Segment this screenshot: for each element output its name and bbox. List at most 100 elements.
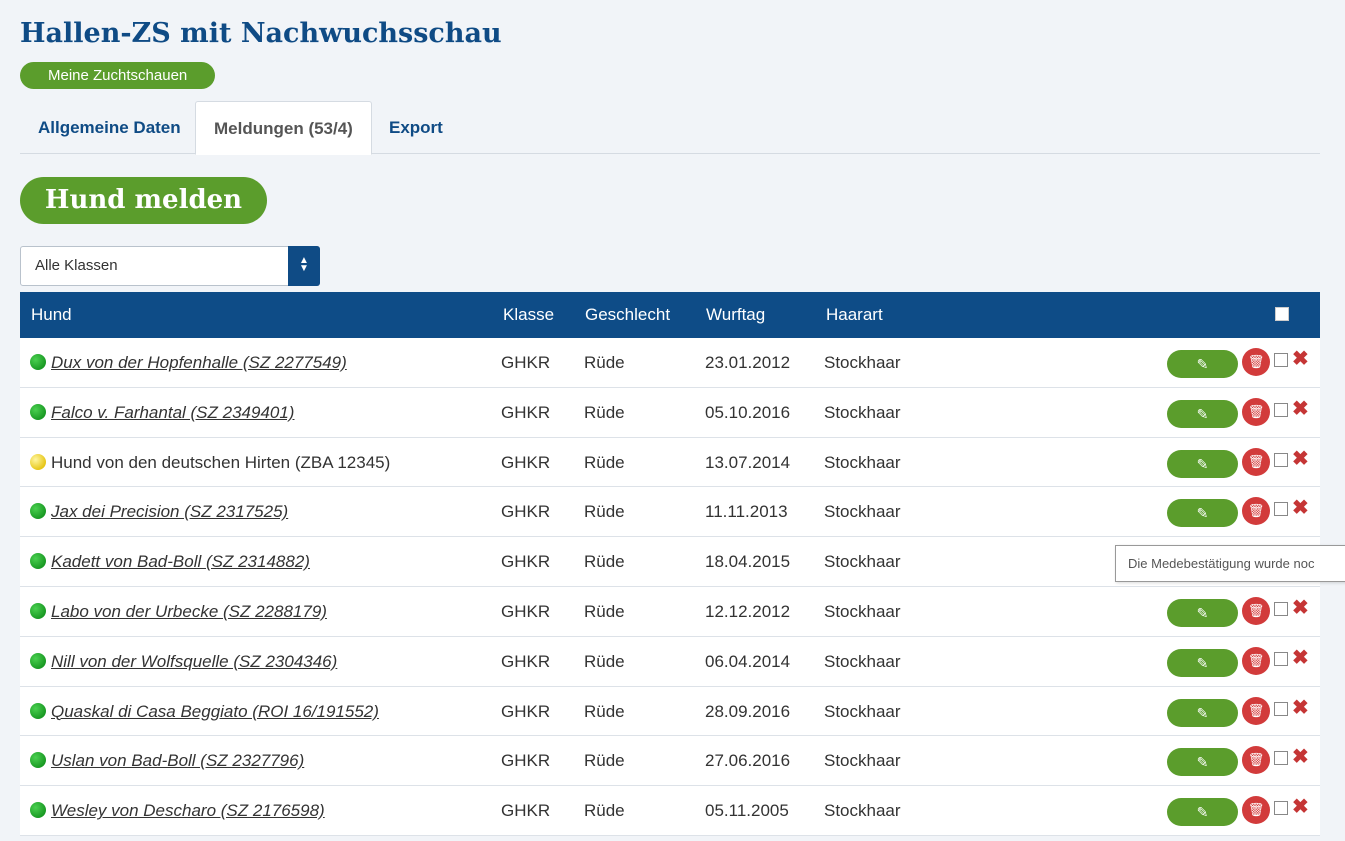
delete-button[interactable]: 🗑 [1242, 596, 1270, 625]
dog-birthdate: 13.07.2014 [705, 452, 791, 472]
row-checkbox[interactable] [1274, 601, 1288, 616]
status-dot-icon [30, 702, 46, 719]
x-icon[interactable]: ✖ [1292, 347, 1309, 371]
delete-button[interactable]: 🗑 [1242, 646, 1270, 675]
row-checkbox[interactable] [1274, 751, 1288, 766]
delete-button[interactable]: 🗑 [1242, 397, 1270, 426]
x-icon[interactable]: ✖ [1292, 596, 1309, 620]
table-row: Wesley von Descharo (SZ 2176598) GHKR Rü… [20, 786, 1320, 836]
dog-name-link[interactable]: Uslan von Bad-Boll (SZ 2327796) [51, 736, 304, 785]
table-row: Hund von den deutschen Hirten (ZBA 12345… [20, 437, 1320, 488]
row-actions: ✎ 🗑 ✖ [1167, 696, 1317, 727]
row-checkbox[interactable] [1274, 651, 1288, 666]
select-arrows-icon: ▲ ▼ [288, 246, 320, 286]
row-checkbox[interactable] [1274, 502, 1288, 517]
dog-coat: Stockhaar [824, 452, 901, 472]
register-dog-button[interactable]: Hund melden [20, 177, 267, 224]
pencil-icon: ✎ [1196, 804, 1209, 821]
class-filter-value: Alle Klassen [35, 257, 118, 274]
x-icon[interactable]: ✖ [1292, 646, 1309, 670]
row-checkbox[interactable] [1274, 701, 1288, 716]
header-wurftag[interactable]: Wurftag [706, 292, 765, 338]
dog-class: GHKR [501, 353, 551, 372]
dog-birthdate: 23.01.2012 [705, 353, 791, 372]
status-dot-icon [30, 553, 46, 570]
dog-class: GHKR [501, 402, 551, 422]
tab-registrations[interactable]: Meldungen (53/4) [195, 101, 372, 155]
dog-name-link[interactable]: Kadett von Bad-Boll (SZ 2314882) [51, 537, 310, 586]
row-checkbox[interactable] [1274, 452, 1288, 467]
dog-coat: Stockhaar [824, 601, 901, 621]
tab-export[interactable]: Export [389, 101, 443, 154]
edit-button[interactable]: ✎ [1167, 798, 1238, 827]
row-checkbox[interactable] [1274, 801, 1288, 816]
dog-name: Hund von den deutschen Hirten (ZBA 12345… [51, 452, 391, 472]
header-hund[interactable]: Hund [31, 292, 72, 338]
edit-button[interactable]: ✎ [1167, 449, 1238, 478]
dog-class: GHKR [501, 751, 551, 771]
dog-name-link[interactable]: Wesley von Descharo (SZ 2176598) [51, 786, 325, 835]
dog-sex: Rüde [584, 701, 625, 721]
table-row: Uslan von Bad-Boll (SZ 2327796) GHKR Rüd… [20, 736, 1320, 787]
class-filter-select[interactable]: Alle Klassen ▲ ▼ [20, 246, 320, 286]
select-all-checkbox[interactable] [1275, 307, 1289, 321]
dog-name-link[interactable]: Nill von der Wolfsquelle (SZ 2304346) [51, 637, 337, 686]
delete-button[interactable]: 🗑 [1242, 447, 1270, 476]
delete-button[interactable]: 🗑 [1242, 696, 1270, 725]
dog-birthdate: 18.04.2015 [705, 552, 791, 572]
x-icon[interactable]: ✖ [1292, 397, 1309, 421]
header-geschlecht[interactable]: Geschlecht [585, 292, 670, 338]
edit-button[interactable]: ✎ [1167, 648, 1238, 677]
pencil-icon: ✎ [1196, 604, 1209, 621]
edit-button[interactable]: ✎ [1167, 499, 1238, 528]
my-shows-button[interactable]: Meine Zuchtschauen [20, 62, 216, 89]
dog-sex: Rüde [584, 402, 625, 422]
trash-icon: 🗑 [1247, 702, 1265, 718]
dog-sex: Rüde [584, 502, 625, 522]
dog-coat: Stockhaar [824, 801, 901, 821]
table-row: Jax dei Precision (SZ 2317525) GHKR Rüde… [20, 487, 1320, 538]
dog-name-link[interactable]: Labo von der Urbecke (SZ 2288179) [51, 587, 327, 636]
edit-button[interactable]: ✎ [1167, 350, 1238, 378]
trash-icon: 🗑 [1247, 403, 1265, 419]
delete-button[interactable]: 🗑 [1242, 796, 1270, 825]
row-checkbox[interactable] [1274, 402, 1288, 417]
table-row: Falco v. Farhantal (SZ 2349401) GHKR Rüd… [20, 387, 1320, 438]
dog-name-link[interactable]: Falco v. Farhantal (SZ 2349401) [51, 388, 294, 437]
dog-name-link[interactable]: Jax dei Precision (SZ 2317525) [51, 487, 288, 536]
row-actions: ✎ 🗑 ✖ [1167, 745, 1317, 777]
edit-button[interactable]: ✎ [1167, 598, 1238, 627]
x-icon[interactable]: ✖ [1292, 447, 1309, 471]
dog-class: GHKR [501, 552, 551, 572]
status-dot-icon [30, 752, 46, 769]
dog-coat: Stockhaar [824, 651, 901, 671]
table-header: Hund Klasse Geschlecht Wurftag Haarart [20, 292, 1320, 338]
x-icon[interactable]: ✖ [1292, 795, 1309, 819]
dog-birthdate: 27.06.2016 [705, 751, 791, 771]
edit-button[interactable]: ✎ [1167, 748, 1238, 777]
x-icon[interactable]: ✖ [1292, 745, 1309, 769]
delete-button[interactable]: 🗑 [1242, 497, 1270, 526]
tab-general-data[interactable]: Allgemeine Daten [38, 101, 181, 154]
dog-birthdate: 12.12.2012 [705, 601, 791, 621]
x-icon[interactable]: ✖ [1292, 696, 1309, 720]
delete-button[interactable]: 🗑 [1242, 348, 1270, 376]
dog-sex: Rüde [584, 552, 625, 572]
header-klasse[interactable]: Klasse [503, 292, 554, 338]
dog-name-link[interactable]: Dux von der Hopfenhalle (SZ 2277549) [51, 338, 347, 387]
delete-button[interactable]: 🗑 [1242, 746, 1270, 775]
row-actions: ✎ 🗑 ✖ [1167, 596, 1317, 627]
edit-button[interactable]: ✎ [1167, 399, 1238, 428]
status-dot-icon [30, 503, 46, 520]
edit-button[interactable]: ✎ [1167, 698, 1238, 727]
dog-class: GHKR [501, 452, 551, 472]
x-icon[interactable]: ✖ [1292, 496, 1309, 520]
pencil-icon: ✎ [1196, 405, 1209, 422]
row-checkbox[interactable] [1274, 353, 1288, 367]
tab-bar: Allgemeine Daten Meldungen (53/4) Export [20, 101, 1320, 155]
dog-name-link[interactable]: Quaskal di Casa Beggiato (ROI 16/191552) [51, 687, 379, 736]
table-body: Dux von der Hopfenhalle (SZ 2277549) GHK… [20, 338, 1320, 836]
dog-sex: Rüde [584, 353, 625, 372]
row-actions: ✎ 🗑 ✖ [1167, 348, 1317, 378]
header-haarart[interactable]: Haarart [826, 292, 883, 338]
